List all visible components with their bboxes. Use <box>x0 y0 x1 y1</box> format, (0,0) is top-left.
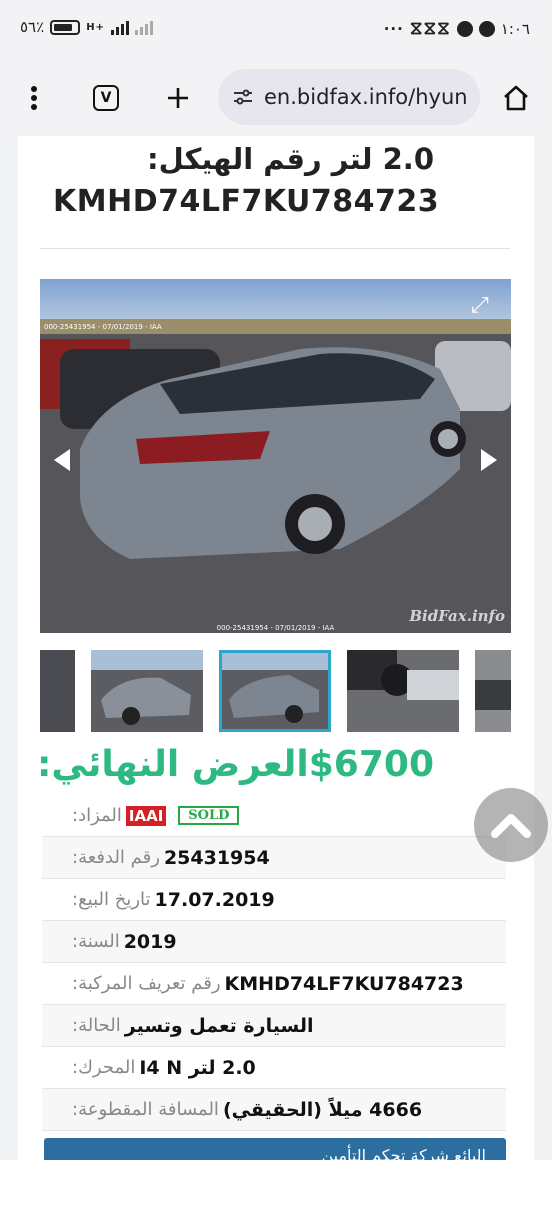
row-label: المسافة المقطوعة: <box>72 1099 219 1120</box>
row-sale-date: تاريخ البيع: 17.07.2019 <box>42 879 506 921</box>
new-tab-icon[interactable] <box>160 80 196 116</box>
car-photo-image <box>40 279 511 633</box>
notification-icons: ⧖⧖⧖ <box>409 18 451 39</box>
status-bar: ٥٦٪ H+ ··· ⧖⧖⧖ ١:٠٦ <box>0 0 552 62</box>
row-label: المحرك: <box>72 1057 136 1078</box>
main-car-photo[interactable]: 000-25431954 - 07/01/2019 - IAA ⤢ BidFax… <box>40 279 511 633</box>
row-label: المزاد: <box>72 805 122 826</box>
next-photo-arrow[interactable] <box>481 449 497 471</box>
row-vin: رقم تعريف المركبة: KMHD74LF7KU784723 <box>42 963 506 1005</box>
row-value: KMHD74LF7KU784723 <box>224 972 464 995</box>
listing-title-vin: KMHD74LF7KU784723 <box>53 184 440 219</box>
row-lot: رقم الدفعة: 25431954 <box>42 837 506 879</box>
network-type: H+ <box>86 21 105 33</box>
row-engine: المحرك: 2.0 لتر I4 N <box>42 1047 506 1089</box>
scroll-to-top-button[interactable] <box>474 788 548 862</box>
final-bid-price: $6700العرض النهائي: <box>37 744 434 785</box>
expand-icon[interactable]: ⤢ <box>471 293 497 319</box>
row-value: 4666 ميلاً (الحقيقي) <box>222 1098 423 1121</box>
price-value: $6700 <box>308 744 434 785</box>
thumbnail-active[interactable] <box>219 650 331 732</box>
thumbnail[interactable] <box>40 650 75 732</box>
row-label: رقم الدفعة: <box>72 847 160 868</box>
watermark: BidFax.info <box>409 607 505 625</box>
row-label: الحالة: <box>72 1015 121 1036</box>
thumbnail-strip <box>40 650 511 732</box>
clock: ١:٠٦ <box>500 19 530 38</box>
chevron-up-icon <box>491 814 531 838</box>
sold-badge: SOLD <box>178 806 240 825</box>
row-auction: المزاد: IAAI SOLD <box>42 795 506 837</box>
divider <box>40 248 510 249</box>
photo-caption-bottom: 000-25431954 - 07/01/2019 - IAA <box>216 624 335 632</box>
thumbnail[interactable] <box>91 650 203 732</box>
row-label: تاريخ البيع: <box>72 889 151 910</box>
battery-icon <box>50 19 81 35</box>
battery-percent: ٥٦٪ <box>20 18 45 36</box>
row-value: 2019 <box>123 930 177 953</box>
thumbnail[interactable] <box>347 650 459 732</box>
prev-photo-arrow[interactable] <box>54 449 70 471</box>
row-label: رقم تعريف المركبة: <box>72 973 221 994</box>
browser-toolbar: V en.bidfax.info/hyun <box>0 62 552 136</box>
tab-count: V <box>93 85 119 111</box>
photo-caption-top: 000-25431954 - 07/01/2019 - IAA <box>44 323 162 331</box>
web-page: 2.0 لتر رقم الهيكل: KMHD74LF7KU784723 00… <box>0 136 552 1160</box>
site-settings-icon[interactable] <box>232 88 254 106</box>
bottom-blank <box>0 1160 552 1218</box>
app-icon <box>456 20 473 37</box>
signal-icon <box>110 19 129 35</box>
row-value: 2.0 لتر I4 N <box>139 1056 256 1079</box>
more-notifications-icon: ··· <box>383 19 404 38</box>
info-table: المزاد: IAAI SOLD رقم الدفعة: 25431954 ت… <box>42 795 506 1131</box>
row-value: 25431954 <box>163 846 270 869</box>
messenger-icon <box>478 20 495 37</box>
menu-icon[interactable] <box>16 80 52 116</box>
price-label: العرض النهائي: <box>37 744 309 785</box>
row-value: السيارة تعمل وتسير <box>124 1014 314 1037</box>
home-icon[interactable] <box>498 80 534 116</box>
url-text: en.bidfax.info/hyun <box>264 85 468 109</box>
tab-switcher-button[interactable]: V <box>88 80 124 116</box>
address-bar[interactable]: en.bidfax.info/hyun <box>218 69 480 125</box>
seller-button[interactable]: البائع شركة تحكم التأمين <box>44 1138 506 1160</box>
iaai-badge: IAAI <box>125 805 167 826</box>
row-label: السنة: <box>72 931 120 952</box>
listing-title-line1: 2.0 لتر رقم الهيكل: <box>146 142 434 176</box>
row-mileage: المسافة المقطوعة: 4666 ميلاً (الحقيقي) <box>42 1089 506 1131</box>
signal-icon-sim2 <box>134 19 153 35</box>
listing-card: 2.0 لتر رقم الهيكل: KMHD74LF7KU784723 00… <box>18 136 534 1160</box>
thumbnail[interactable] <box>475 650 511 732</box>
row-condition: الحالة: السيارة تعمل وتسير <box>42 1005 506 1047</box>
row-year: السنة: 2019 <box>42 921 506 963</box>
row-value: 17.07.2019 <box>154 888 275 911</box>
